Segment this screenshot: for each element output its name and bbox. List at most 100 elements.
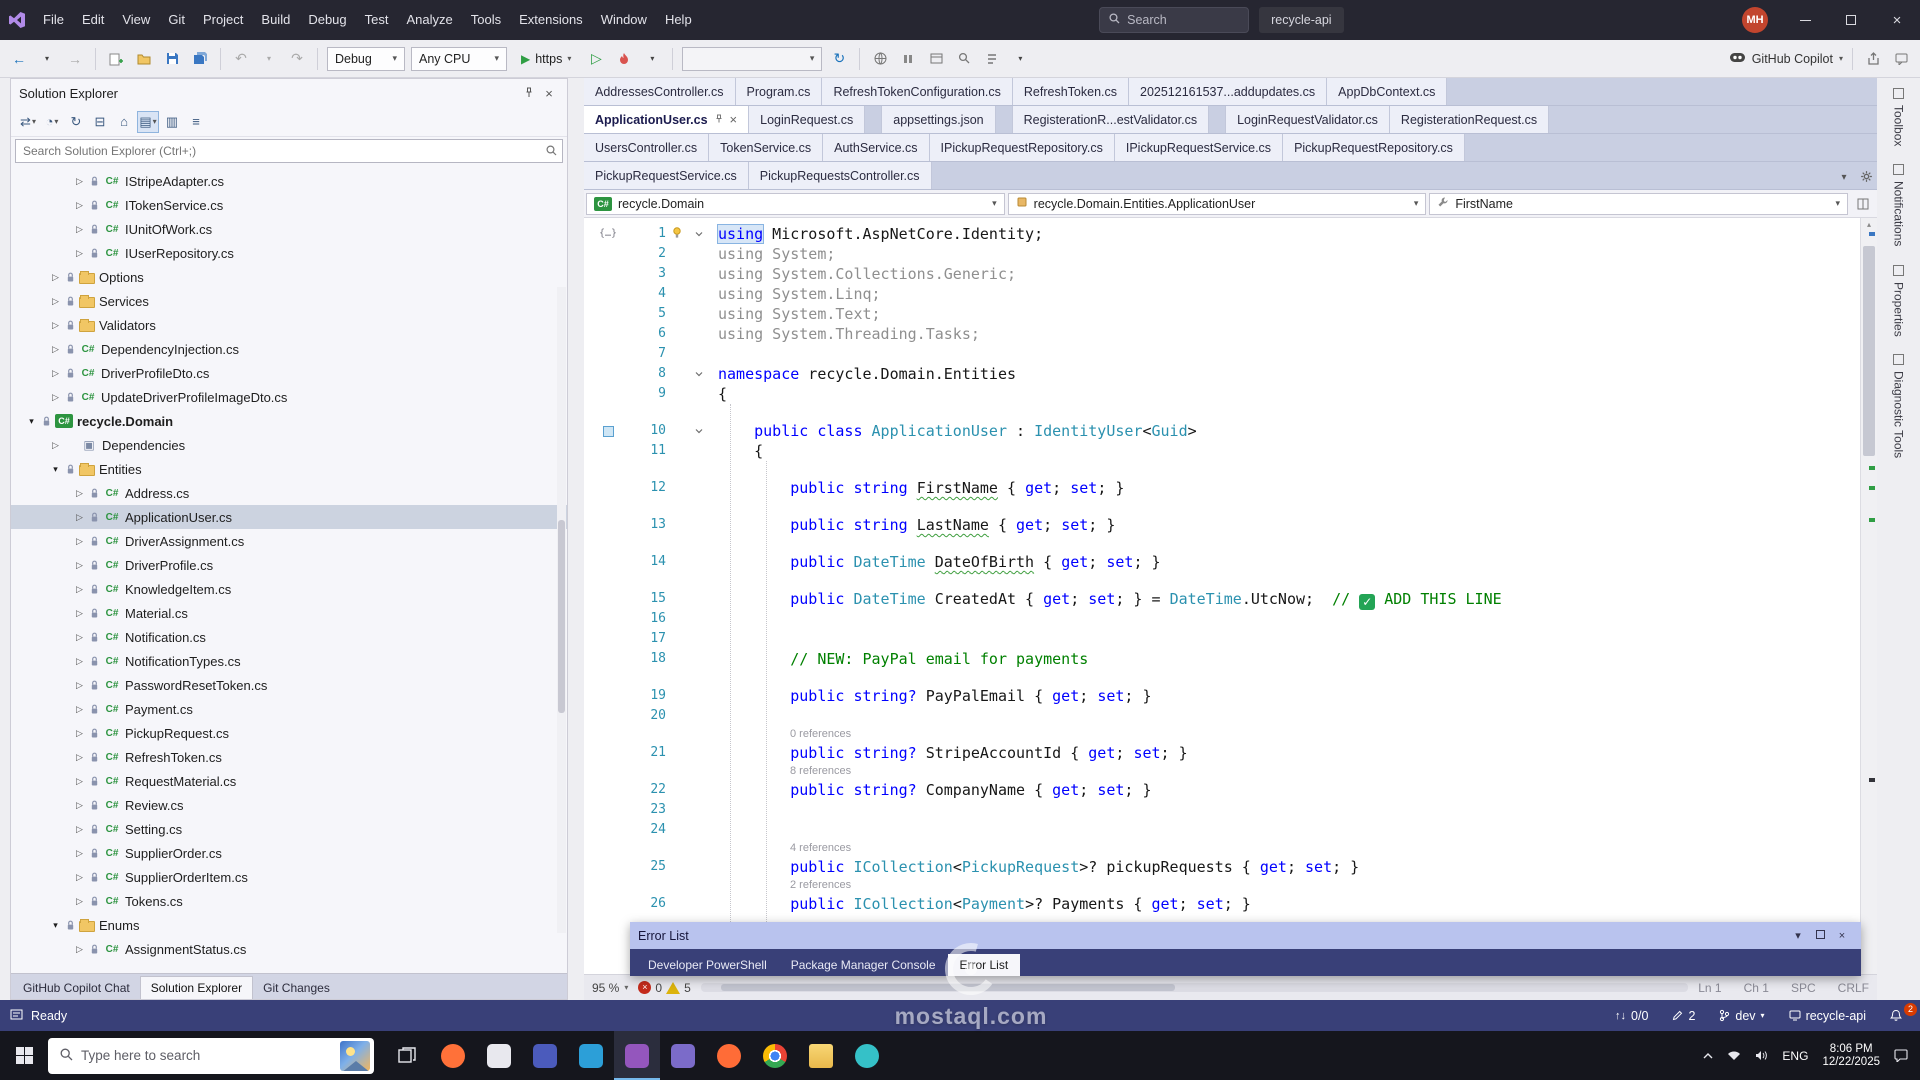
code-line-16[interactable]: 16 <box>584 609 1860 629</box>
expander-collapsed-icon[interactable]: ▷ <box>49 320 62 331</box>
tree-item-services[interactable]: ▷Services <box>11 289 567 313</box>
code-line-1[interactable]: {…}1using Microsoft.AspNetCore.Identity; <box>584 224 1860 244</box>
properties-icon[interactable]: ≡ <box>185 111 207 133</box>
code-line-9[interactable]: 9{ <box>584 384 1860 404</box>
code-line-3[interactable]: 3using System.Collections.Generic; <box>584 264 1860 284</box>
expander-collapsed-icon[interactable]: ▷ <box>73 584 86 595</box>
action-center-icon[interactable] <box>1894 1049 1908 1062</box>
code-line-18[interactable]: 18 // NEW: PayPal email for payments <box>584 649 1860 669</box>
tree-item-payment-cs[interactable]: ▷C#Payment.cs <box>11 697 567 721</box>
window-position-icon[interactable]: ▾ <box>1787 929 1809 942</box>
member-dropdown[interactable]: FirstName▾ <box>1429 193 1848 215</box>
expander-collapsed-icon[interactable]: ▷ <box>73 632 86 643</box>
tray-overflow-chevron-icon[interactable] <box>1703 1052 1713 1060</box>
expander-expanded-icon[interactable]: ▾ <box>25 416 38 427</box>
side-tab-properties[interactable]: Properties <box>1892 265 1906 337</box>
taskbar-vscode-icon[interactable] <box>568 1031 614 1080</box>
scrollbar-thumb[interactable] <box>721 984 1175 991</box>
tree-item-material-cs[interactable]: ▷C#Material.cs <box>11 601 567 625</box>
menu-extensions[interactable]: Extensions <box>510 0 592 40</box>
side-tab-notifications[interactable]: Notifications <box>1892 164 1906 246</box>
maximize-button[interactable] <box>1828 0 1874 40</box>
zoom-control[interactable]: 95 %▾ <box>592 981 628 995</box>
tree-item-supplierorderitem-cs[interactable]: ▷C#SupplierOrderItem.cs <box>11 865 567 889</box>
git-sync-status[interactable]: ↑↓0/0 <box>1607 1000 1656 1031</box>
tree-item-notificationtypes-cs[interactable]: ▷C#NotificationTypes.cs <box>11 649 567 673</box>
taskbar-vs-installer-icon[interactable] <box>660 1031 706 1080</box>
tree-item-entities[interactable]: ▾Entities <box>11 457 567 481</box>
tree-item-options[interactable]: ▷Options <box>11 265 567 289</box>
menu-tools[interactable]: Tools <box>462 0 510 40</box>
code-line-12[interactable]: 12 public string FirstName { get; set; } <box>584 478 1860 498</box>
taskbar-chrome-icon[interactable] <box>752 1031 798 1080</box>
pin-icon[interactable] <box>519 86 539 101</box>
tree-item-tokens-cs[interactable]: ▷C#Tokens.cs <box>11 889 567 913</box>
document-health-indicator[interactable]: ×0 5 <box>638 981 690 995</box>
undo-icon[interactable]: ↶ <box>230 47 252 71</box>
refresh-icon[interactable]: ↻ <box>65 111 87 133</box>
editor-tab-loginrequest-cs[interactable]: LoginRequest.cs <box>749 106 865 133</box>
pending-changes-filter-icon[interactable]: ◔▾ <box>41 111 63 133</box>
code-line-2[interactable]: 2using System; <box>584 244 1860 264</box>
tree-item-passwordresettoken-cs[interactable]: ▷C#PasswordResetToken.cs <box>11 673 567 697</box>
tree-item-refreshtoken-cs[interactable]: ▷C#RefreshToken.cs <box>11 745 567 769</box>
expander-collapsed-icon[interactable]: ▷ <box>73 656 86 667</box>
close-panel-icon[interactable]: × <box>1831 930 1853 942</box>
indent-indicator[interactable]: SPC <box>1791 981 1816 995</box>
solution-platform-dropdown[interactable]: Any CPU▾ <box>411 47 507 71</box>
maximize-panel-icon[interactable] <box>1809 930 1831 942</box>
repository-picker[interactable]: recycle-api <box>1781 1000 1874 1031</box>
editor-tab-refreshtoken-cs[interactable]: RefreshToken.cs <box>1013 78 1129 105</box>
taskbar-firefox-icon[interactable] <box>430 1031 476 1080</box>
expander-collapsed-icon[interactable]: ▷ <box>73 248 86 259</box>
code-line-7[interactable]: 7 <box>584 344 1860 364</box>
expander-collapsed-icon[interactable]: ▷ <box>73 704 86 715</box>
menu-build[interactable]: Build <box>252 0 299 40</box>
expander-collapsed-icon[interactable]: ▷ <box>73 824 86 835</box>
split-editor-icon[interactable] <box>1851 198 1875 210</box>
code-line-10[interactable]: 10 public class ApplicationUser : Identi… <box>584 421 1860 441</box>
weather-widget-thumbnail[interactable] <box>340 1041 370 1071</box>
start-button[interactable] <box>0 1031 48 1080</box>
expander-collapsed-icon[interactable]: ▷ <box>73 800 86 811</box>
editor-tab-appdbcontext-cs[interactable]: AppDbContext.cs <box>1327 78 1447 105</box>
menu-git[interactable]: Git <box>159 0 194 40</box>
panel-tab-error-list[interactable]: Error List <box>948 954 1021 976</box>
editor-tab-202512161537-addupdates-cs[interactable]: 202512161537...addupdates.cs <box>1129 78 1327 105</box>
code-line-15[interactable]: 15 public DateTime CreatedAt { get; set;… <box>584 589 1860 609</box>
expander-collapsed-icon[interactable]: ▷ <box>73 488 86 499</box>
show-output-icon[interactable] <box>925 47 947 71</box>
tree-item-iuserrepository-cs[interactable]: ▷C#IUserRepository.cs <box>11 241 567 265</box>
find-in-files-icon[interactable] <box>953 47 975 71</box>
menu-analyze[interactable]: Analyze <box>397 0 461 40</box>
editor-tab-pickuprequestservice-cs[interactable]: PickupRequestService.cs <box>584 162 749 189</box>
redo-icon[interactable]: ↷ <box>286 47 308 71</box>
hot-reload-icon[interactable] <box>613 47 635 71</box>
tree-item-driverprofiledto-cs[interactable]: ▷C#DriverProfileDto.cs <box>11 361 567 385</box>
close-button[interactable]: × <box>1874 0 1920 40</box>
panel-tab-developer-powershell[interactable]: Developer PowerShell <box>636 954 779 976</box>
editor-tab-pickuprequestrepository-cs[interactable]: PickupRequestRepository.cs <box>1283 134 1465 161</box>
tree-item-dependencyinjection-cs[interactable]: ▷C#DependencyInjection.cs <box>11 337 567 361</box>
undo-dropdown-icon[interactable]: ▾ <box>258 47 280 71</box>
fold-chevron-icon[interactable] <box>688 364 710 384</box>
code-line-5[interactable]: 5using System.Text; <box>584 304 1860 324</box>
tree-item-pickuprequest-cs[interactable]: ▷C#PickupRequest.cs <box>11 721 567 745</box>
save-icon[interactable] <box>161 47 183 71</box>
tree-item-enums[interactable]: ▾Enums <box>11 913 567 937</box>
editor-tab-addressescontroller-cs[interactable]: AddressesController.cs <box>584 78 736 105</box>
tree-item-address-cs[interactable]: ▷C#Address.cs <box>11 481 567 505</box>
menu-window[interactable]: Window <box>592 0 656 40</box>
expander-collapsed-icon[interactable]: ▷ <box>49 344 62 355</box>
expander-collapsed-icon[interactable]: ▷ <box>49 296 62 307</box>
view-code-icon[interactable]: ▥ <box>161 111 183 133</box>
taskbar-file-explorer-icon[interactable] <box>798 1031 844 1080</box>
language-indicator[interactable]: ENG <box>1782 1049 1808 1063</box>
fold-chevron-icon[interactable] <box>688 421 710 441</box>
feedback-icon[interactable] <box>1890 47 1912 71</box>
taskbar-postman-icon[interactable] <box>706 1031 752 1080</box>
code-line-25[interactable]: 25 public ICollection<PickupRequest>? pi… <box>584 857 1860 877</box>
start-debugging-button[interactable]: ▶https▾ <box>513 46 579 72</box>
horizontal-scrollbar[interactable] <box>701 983 1689 992</box>
tree-item-supplierorder-cs[interactable]: ▷C#SupplierOrder.cs <box>11 841 567 865</box>
